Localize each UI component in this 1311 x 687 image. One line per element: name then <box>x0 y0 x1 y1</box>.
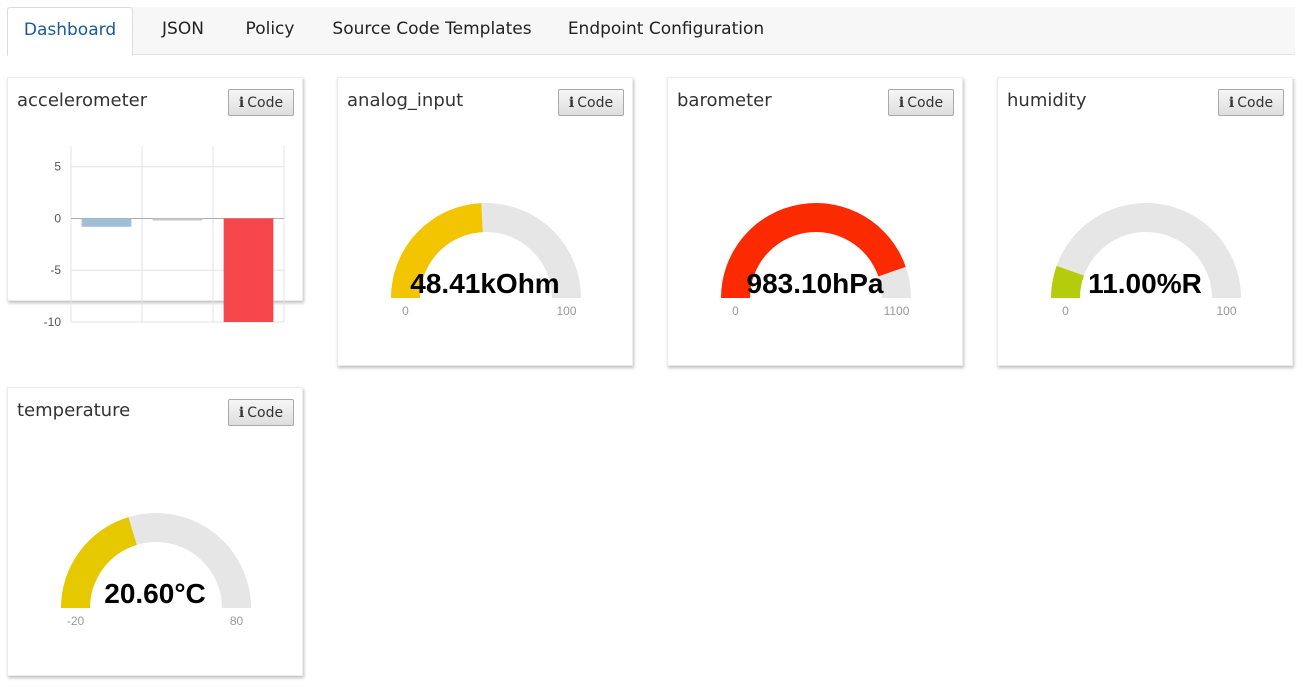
tab-endpoint-configuration[interactable]: Endpoint Configuration <box>559 7 773 55</box>
info-icon: i <box>238 94 245 111</box>
gauge <box>61 513 251 608</box>
y-tick-label: 5 <box>54 160 61 174</box>
bar-x <box>81 218 132 227</box>
tab-source-code-templates[interactable]: Source Code Templates <box>323 7 541 55</box>
x-tick-label: y <box>175 335 181 338</box>
gauge-min-label: 0 <box>732 304 739 318</box>
gauge-max-label: 1100 <box>883 304 910 318</box>
gauge-value: 48.41kOhm <box>410 268 560 299</box>
x-tick-label: z <box>246 335 252 338</box>
code-button-label: Code <box>247 94 284 111</box>
gauge-min-label: -20 <box>66 614 85 628</box>
gauge-max-label: 80 <box>229 614 244 628</box>
tab-json[interactable]: JSON <box>147 7 219 55</box>
gauge-value: 11.00%R <box>1088 268 1202 299</box>
tab-policy[interactable]: Policy <box>235 7 305 55</box>
x-tick-label: x <box>104 335 110 338</box>
y-tick-label: 0 <box>54 211 61 225</box>
gauge-max-label: 100 <box>556 304 577 318</box>
gauge-min-label: 0 <box>402 304 409 318</box>
gauge-value: 20.60°C <box>104 578 206 609</box>
gauge <box>1051 203 1241 298</box>
tab-bar: Dashboard JSON Policy Source Code Templa… <box>7 7 1295 56</box>
code-button[interactable]: i Code <box>228 89 294 116</box>
y-tick-label: -10 <box>44 315 62 329</box>
accelerometer-bar-chart: 5 0 -5 -10 x y z <box>44 146 285 338</box>
bar-z <box>223 218 274 322</box>
barometer-card: barometer i Code 983.10hPa 0 1100 <box>667 77 963 366</box>
y-tick-label: -5 <box>50 263 61 277</box>
bar-y <box>152 218 203 221</box>
card-title: accelerometer <box>17 90 148 111</box>
accelerometer-card: accelerometer i Code 5 0 -5 -10 x y z <box>7 77 303 338</box>
gauge <box>391 203 581 298</box>
gauge <box>721 203 911 298</box>
tab-dashboard[interactable]: Dashboard <box>7 7 133 56</box>
gauge-max-label: 100 <box>1216 304 1237 318</box>
temperature-card: temperature i Code 20.60°C -20 80 <box>7 387 303 676</box>
analog-input-card: analog_input i Code 48.41kOhm 0 100 <box>337 77 633 366</box>
gauge-value: 983.10hPa <box>746 268 884 299</box>
humidity-card: humidity i Code 11.00%R 0 100 <box>997 77 1293 366</box>
gauge-min-label: 0 <box>1062 304 1069 318</box>
